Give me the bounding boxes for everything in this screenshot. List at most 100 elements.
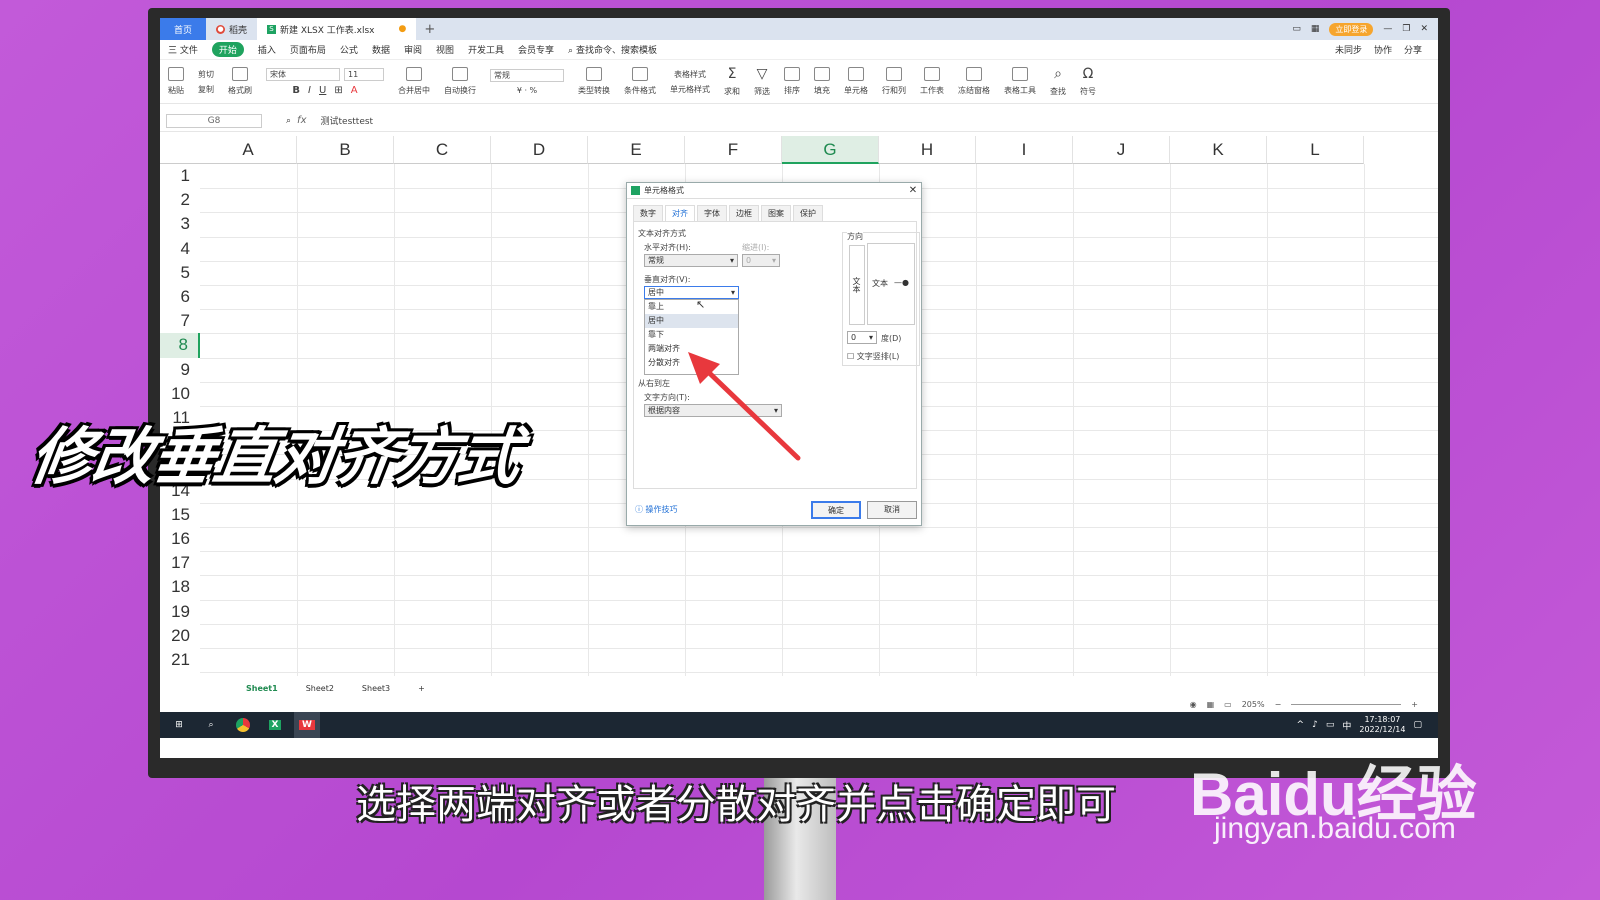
sync-button[interactable]: 未同步 [1335,43,1362,56]
row-header-18[interactable]: 18 [160,575,200,599]
windows-start-icon[interactable]: ⊞ [166,712,192,738]
option-justify[interactable]: 两端对齐 [645,342,738,356]
zoom-formula-icon[interactable]: ⌕ [286,116,291,126]
collab-button[interactable]: 协作 [1374,43,1392,56]
dialog-close-icon[interactable]: ✕ [905,185,921,196]
rows-cols-button[interactable]: 行和列 [882,67,906,96]
row-header-4[interactable]: 4 [160,237,200,261]
excel-icon[interactable]: X [262,712,288,738]
ime-indicator[interactable]: 中 [1342,719,1351,732]
row-header-9[interactable]: 9 [160,358,200,382]
new-tab-button[interactable]: + [416,22,443,37]
freeze-panes-button[interactable]: 冻结窗格 [958,67,990,96]
row-header-21[interactable]: 21 [160,648,200,672]
normal-view-icon[interactable]: ▦ [1207,700,1215,709]
row-header-7[interactable]: 7 [160,309,200,333]
column-header-I[interactable]: I [976,136,1073,164]
eye-icon[interactable]: ◉ [1190,700,1197,709]
column-header-H[interactable]: H [879,136,976,164]
row-header-19[interactable]: 19 [160,600,200,624]
zoom-out-icon[interactable]: − [1275,700,1282,709]
option-distributed[interactable]: 分散对齐 [645,356,738,370]
table-tools-button[interactable]: 表格工具 [1004,67,1036,96]
name-box[interactable]: G8 [166,113,262,128]
select-all-corner[interactable] [160,136,200,164]
search-icon[interactable]: ⌕ [198,712,224,738]
option-top[interactable]: 靠上 [645,300,738,314]
menu-page-layout[interactable]: 页面布局 [290,43,326,56]
column-header-G[interactable]: G [782,136,879,164]
row-header-8[interactable]: 8 [160,333,200,358]
share-button[interactable]: 分享 [1404,43,1422,56]
row-header-5[interactable]: 5 [160,261,200,285]
add-sheet-icon[interactable]: + [418,684,425,693]
worksheet-button[interactable]: 工作表 [920,67,944,96]
ok-button[interactable]: 确定 [811,501,861,519]
row-header-3[interactable]: 3 [160,212,200,236]
minimize-icon[interactable]: — [1383,24,1392,34]
close-window-icon[interactable]: ✕ [1420,24,1428,34]
option-center[interactable]: 居中 [645,314,738,328]
column-header-C[interactable]: C [394,136,491,164]
underline-icon[interactable]: U [319,85,326,96]
volume-icon[interactable]: ♪ [1312,720,1318,730]
conditional-format-button[interactable]: 条件格式 [624,67,656,96]
menu-file[interactable]: 三 文件 [168,43,198,56]
menu-view[interactable]: 视图 [436,43,454,56]
zoom-level[interactable]: 205% [1242,700,1265,709]
text-direction-select[interactable]: 根据内容 [644,404,782,417]
convert-type-button[interactable]: 类型转换 [578,67,610,96]
sum-button[interactable]: Σ 求和 [724,66,740,97]
table-style-button[interactable]: 表格样式 [674,69,706,80]
format-painter-button[interactable]: 格式刷 [228,67,252,96]
symbol-button[interactable]: Ω 符号 [1080,66,1096,97]
tab-workbook[interactable]: S 新建 XLSX 工作表.xlsx ● [257,18,417,40]
sheet-tab-1[interactable]: Sheet1 [246,684,278,693]
column-header-B[interactable]: B [297,136,394,164]
filter-button[interactable]: ▽ 筛选 [754,66,770,97]
cut-button[interactable]: 剪切 [198,69,214,80]
chrome-icon[interactable] [230,712,256,738]
column-header-J[interactable]: J [1073,136,1170,164]
layout-icon[interactable]: ▭ [1292,24,1301,34]
tab-alignment[interactable]: 对齐 [665,205,695,221]
font-size-select[interactable]: 11 [344,67,384,81]
menu-member[interactable]: 会员专享 [518,43,554,56]
row-header-16[interactable]: 16 [160,527,200,551]
page-view-icon[interactable]: ▭ [1224,700,1232,709]
copy-button[interactable]: 复制 [198,84,214,95]
column-header-D[interactable]: D [491,136,588,164]
fill-button[interactable]: 填充 [814,67,830,96]
cancel-button[interactable]: 取消 [867,501,917,519]
tips-link[interactable]: ⓘ 操作技巧 [635,504,678,515]
tab-border[interactable]: 边框 [729,205,759,221]
cells-button[interactable]: 单元格 [844,67,868,96]
network-icon[interactable]: ▭ [1326,720,1335,730]
font-color-icon[interactable]: A [351,85,358,96]
cell-style-button[interactable]: 单元格样式 [670,84,710,95]
number-format-select[interactable]: 常规 [490,68,564,82]
h-align-select[interactable]: 常规 [644,254,738,267]
italic-icon[interactable]: I [308,85,311,96]
sheet-tab-3[interactable]: Sheet3 [362,684,390,693]
wps-icon[interactable]: W [294,712,320,738]
menu-home[interactable]: 开始 [211,42,244,57]
row-header-6[interactable]: 6 [160,285,200,309]
tray-chevron-icon[interactable]: ^ [1297,720,1305,730]
vertical-text-checkbox[interactable]: ☐ 文字竖排(L) [847,351,899,362]
menu-review[interactable]: 审阅 [404,43,422,56]
menu-search[interactable]: ⌕ 查找命令、搜索模板 [568,43,657,56]
row-header-2[interactable]: 2 [160,188,200,212]
column-header-A[interactable]: A [200,136,297,164]
column-header-E[interactable]: E [588,136,685,164]
tab-docer[interactable]: ● 稻壳 [206,18,257,40]
fx-icon[interactable]: fx [297,115,306,126]
paste-button[interactable]: 粘贴 [168,67,184,96]
sort-button[interactable]: 排序 [784,67,800,96]
notification-icon[interactable]: ▢ [1413,720,1422,730]
zoom-slider[interactable] [1291,703,1402,705]
find-button[interactable]: ⌕ 查找 [1050,66,1066,97]
tab-number[interactable]: 数字 [633,205,663,221]
row-header-1[interactable]: 1 [160,164,200,188]
menu-data[interactable]: 数据 [372,43,390,56]
